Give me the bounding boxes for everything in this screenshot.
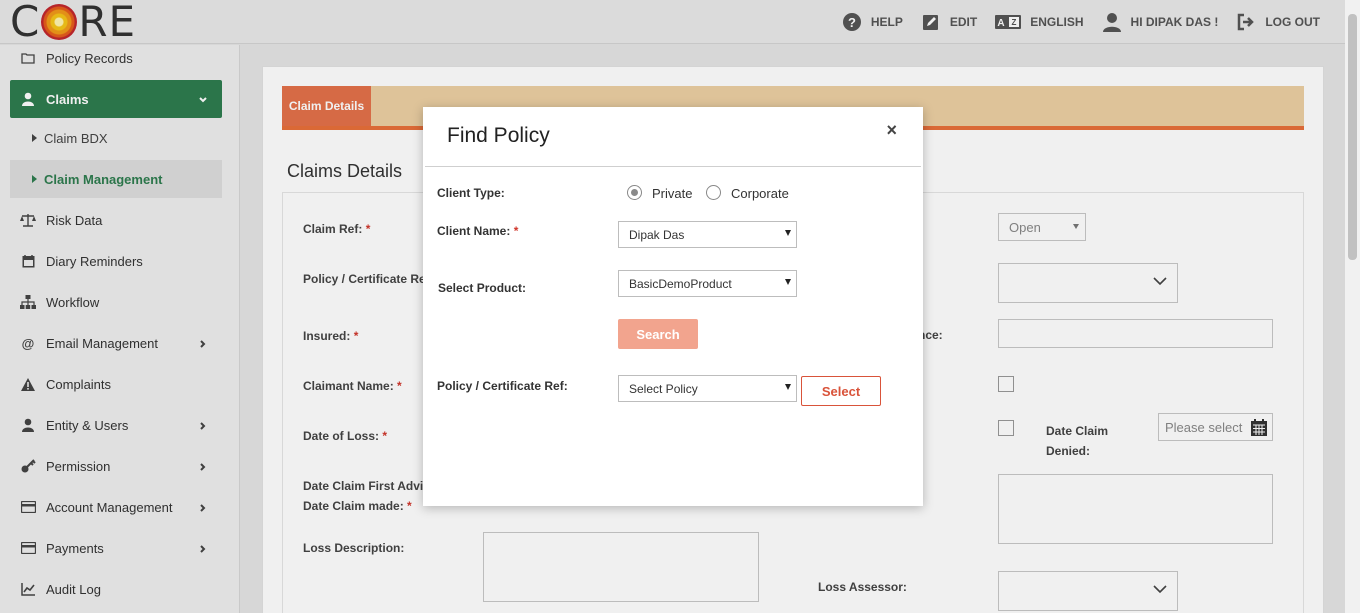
radio-private-label[interactable]: Private [652,186,692,201]
policy-select[interactable]: Select Policy [618,375,797,402]
find-policy-modal: Find Policy × Client Type: Private Corpo… [423,107,923,506]
client-type-label: Client Type: [437,186,505,200]
client-name-label: Client Name: * [437,224,519,238]
modal-title: Find Policy [447,124,550,147]
policy-select-value: Select Policy [629,381,698,396]
scrollbar-thumb[interactable] [1348,14,1357,260]
caret-down-icon [785,384,791,390]
radio-corporate-label[interactable]: Corporate [731,186,789,201]
search-button[interactable]: Search [618,319,698,349]
modal-divider [425,166,921,167]
page-scrollbar[interactable] [1345,0,1360,613]
select-button[interactable]: Select [801,376,881,406]
select-product-label: Select Product: [438,281,527,295]
radio-corporate[interactable] [706,185,721,200]
client-name-select[interactable]: Dipak Das [618,221,797,248]
product-value: BasicDemoProduct [629,276,732,291]
caret-down-icon [785,230,791,236]
close-icon[interactable]: × [886,120,897,141]
radio-private[interactable] [627,185,642,200]
policy-ref-label: Policy / Certificate Ref: [437,379,568,393]
caret-down-icon [785,279,791,285]
client-name-value: Dipak Das [629,227,685,242]
product-select[interactable]: BasicDemoProduct [618,270,797,297]
